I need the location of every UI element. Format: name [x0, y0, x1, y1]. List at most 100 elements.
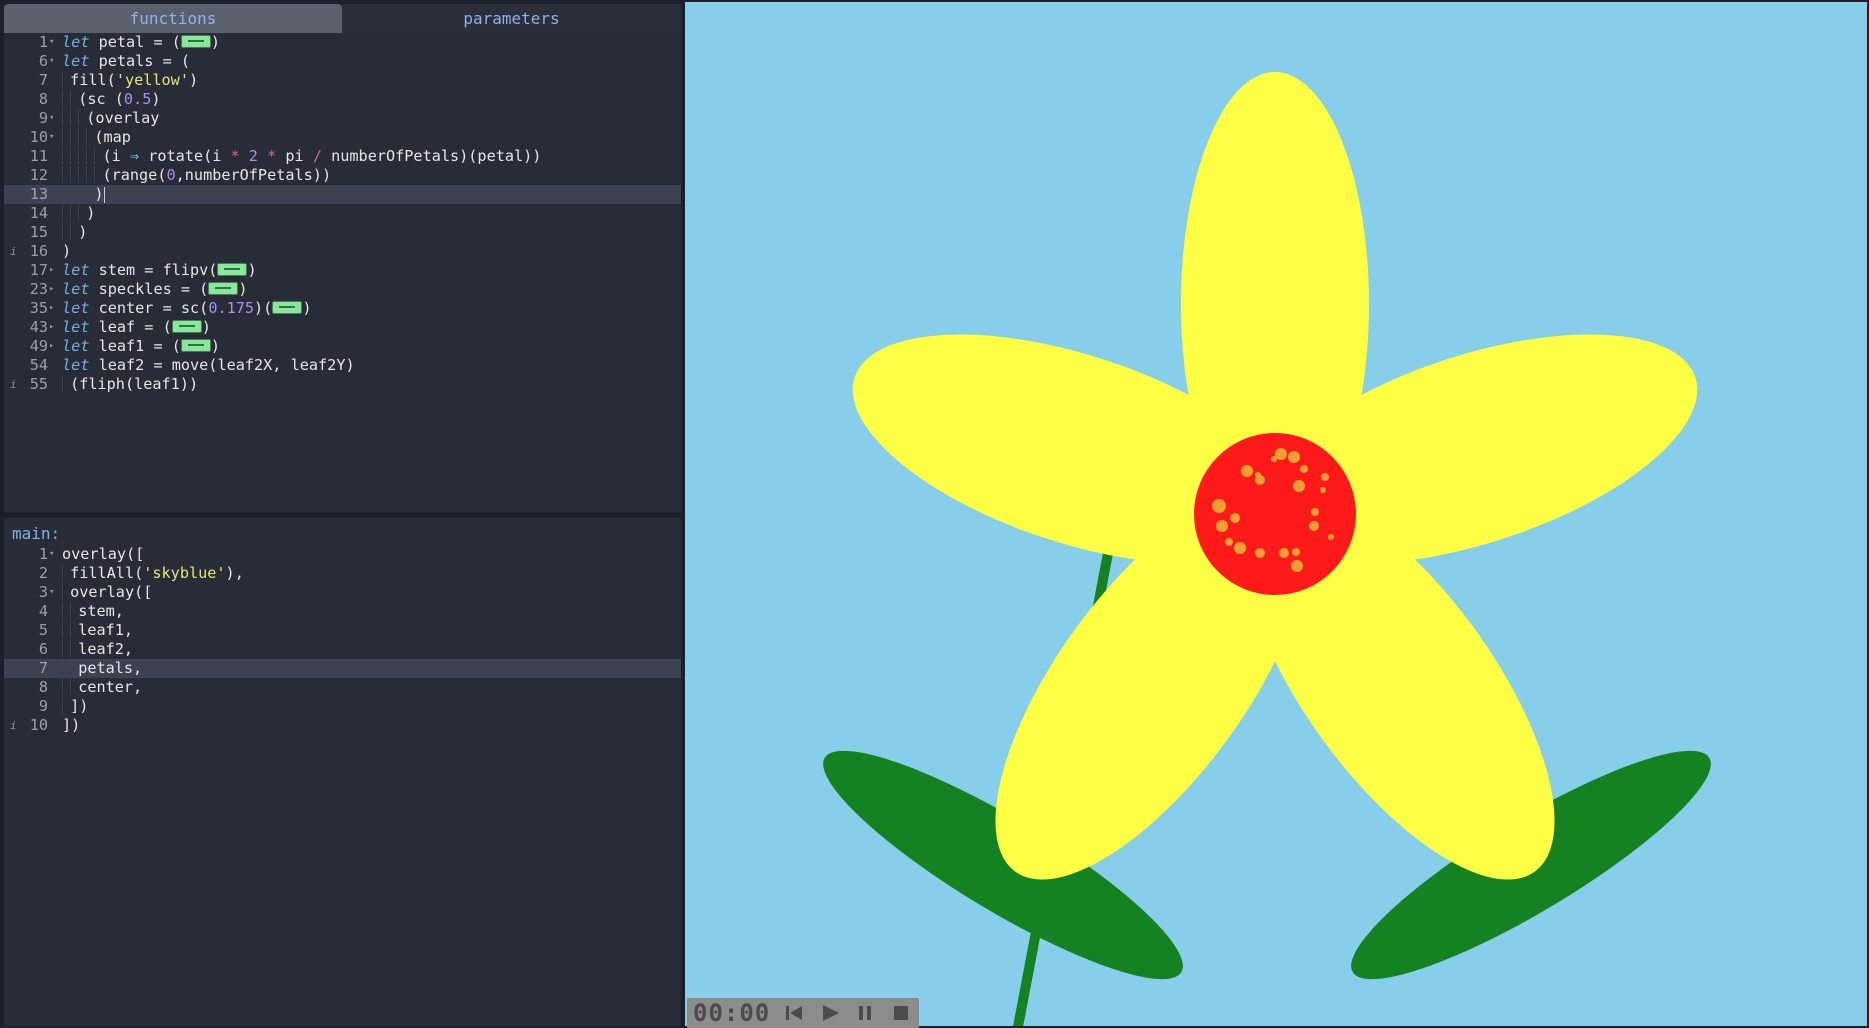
code-text[interactable]: let petal = () [62, 33, 220, 52]
collapsed-code-widget[interactable] [171, 319, 202, 333]
line-number: 1 [38, 545, 48, 563]
fold-closed-icon[interactable]: ▸ [49, 337, 59, 356]
fold-open-icon[interactable]: ▾ [49, 583, 59, 602]
collapsed-code-widget[interactable] [180, 338, 211, 352]
code-line[interactable]: 35 ▸ let center = sc(0.175)() [4, 299, 681, 318]
code-line[interactable]: 9 ▾ (overlay [4, 109, 681, 128]
number-token: 0 [166, 166, 176, 184]
fold-closed-icon[interactable]: ▸ [49, 318, 59, 337]
code-text[interactable]: (fliph(leaf1)) [62, 375, 198, 394]
code-text[interactable]: leaf2, [62, 640, 133, 659]
code-text[interactable]: ]) [62, 697, 88, 716]
code-text[interactable]: fillAll('skyblue'), [62, 564, 244, 583]
collapsed-code-widget[interactable] [208, 281, 239, 295]
code-line[interactable]: 4 stem, [4, 602, 681, 621]
code-text[interactable]: ) [62, 204, 95, 223]
speckle [1241, 465, 1253, 477]
code-line[interactable]: 14) [4, 204, 681, 223]
code-line[interactable]: 13) [4, 185, 681, 204]
indent-guide [62, 109, 70, 126]
code-line[interactable]: 6 ▾ let petals = ( [4, 52, 681, 71]
code-text[interactable]: ) [62, 242, 71, 261]
tab-parameters[interactable]: parameters [342, 4, 681, 33]
fold-open-icon[interactable]: ▾ [49, 109, 59, 128]
fold-open-icon[interactable]: ▾ [49, 33, 59, 52]
code-text[interactable]: petals, [62, 659, 142, 678]
code-line[interactable]: 8 center, [4, 678, 681, 697]
drawing-canvas[interactable] [685, 2, 1867, 1026]
fold-closed-icon[interactable]: ▸ [49, 280, 59, 299]
code-line[interactable]: 3 ▾ overlay([ [4, 583, 681, 602]
code-text[interactable]: (map [62, 128, 131, 147]
code-text[interactable]: let speckles = () [62, 280, 247, 299]
line-number: 14 [29, 204, 48, 222]
collapsed-code-widget[interactable] [272, 300, 303, 314]
code-text[interactable]: (sc (0.5) [62, 90, 161, 109]
play-button[interactable] [812, 998, 848, 1028]
skip-to-start-button[interactable] [776, 998, 812, 1028]
code-line[interactable]: 2 fillAll('skyblue'), [4, 564, 681, 583]
code-line[interactable]: 1 ▾ overlay([ [4, 545, 681, 564]
code-text[interactable]: let leaf = () [62, 318, 211, 337]
code-text[interactable]: ]) [62, 716, 80, 735]
code-line[interactable]: 6 leaf2, [4, 640, 681, 659]
pause-button[interactable] [848, 998, 884, 1028]
code-line[interactable]: 8 (sc (0.5) [4, 90, 681, 109]
code-line[interactable]: i 55 (fliph(leaf1)) [4, 375, 681, 394]
code-line[interactable]: 49 ▸ let leaf1 = () [4, 337, 681, 356]
code-text[interactable]: let petals = ( [62, 52, 190, 71]
main-code-editor[interactable]: main: 1 ▾ overlay([2 fillAll('skyblue'), 3 ▾ o… [4, 518, 681, 1026]
code-text[interactable]: ) [62, 185, 105, 204]
code-line[interactable]: 9]) [4, 697, 681, 716]
code-text[interactable]: ) [62, 223, 87, 242]
code-text[interactable]: center, [62, 678, 142, 697]
code-line[interactable]: 10 ▾ (map [4, 128, 681, 147]
fold-closed-icon[interactable]: ▸ [49, 261, 59, 280]
code-token: * [230, 147, 240, 165]
code-text[interactable]: (overlay [62, 109, 159, 128]
code-text[interactable]: let leaf1 = () [62, 337, 220, 356]
code-line[interactable]: 12 (range(0,numberOfPetals)) [4, 166, 681, 185]
code-text[interactable]: (i ⇒ rotate(i * 2 * pi / numberOfPetals)… [62, 147, 541, 166]
code-line[interactable]: 5 leaf1, [4, 621, 681, 640]
line-number: 10 [29, 128, 48, 146]
code-text[interactable]: leaf1, [62, 621, 133, 640]
code-text[interactable]: let leaf2 = move(leaf2X, leaf2Y) [62, 356, 355, 375]
code-line[interactable]: 7 fill('yellow') [4, 71, 681, 90]
editor-tabs: functions parameters [4, 4, 681, 33]
collapsed-code-widget[interactable] [217, 262, 248, 276]
collapsed-code-widget[interactable] [180, 34, 211, 48]
functions-code-editor[interactable]: 1 ▾ let petal = () 6 ▾ let petals = (7 fill('y… [4, 33, 681, 512]
code-line[interactable]: 43 ▸ let leaf = () [4, 318, 681, 337]
fold-open-icon[interactable]: ▾ [49, 128, 59, 147]
code-line[interactable]: 1 ▾ let petal = () [4, 33, 681, 52]
fold-open-icon[interactable]: ▾ [49, 545, 59, 564]
fold-open-icon[interactable]: ▾ [49, 52, 59, 71]
functions-code-lines[interactable]: 1 ▾ let petal = () 6 ▾ let petals = (7 fill('y… [4, 33, 681, 394]
code-line[interactable]: i 16) [4, 242, 681, 261]
fold-closed-icon[interactable]: ▸ [49, 299, 59, 318]
code-line[interactable]: 23 ▸ let speckles = () [4, 280, 681, 299]
line-number: 9 [38, 697, 48, 715]
line-number: 3 [38, 583, 48, 601]
stop-button[interactable] [883, 998, 919, 1028]
tab-functions[interactable]: functions [4, 4, 342, 33]
code-line[interactable]: 54 let leaf2 = move(leaf2X, leaf2Y) [4, 356, 681, 375]
code-text[interactable]: stem, [62, 602, 124, 621]
indent-guide [70, 109, 78, 126]
speckle [1216, 520, 1228, 532]
code-text[interactable]: let center = sc(0.175)() [62, 299, 311, 318]
code-text[interactable]: overlay([ [62, 583, 152, 602]
code-text[interactable]: let stem = flipv() [62, 261, 257, 280]
main-code-lines[interactable]: 1 ▾ overlay([2 fillAll('skyblue'), 3 ▾ overlay… [4, 545, 681, 735]
code-text[interactable]: (range(0,numberOfPetals)) [62, 166, 331, 185]
code-token: pi [276, 147, 313, 165]
string-token: 'yellow' [115, 71, 189, 89]
code-text[interactable]: overlay([ [62, 545, 144, 564]
code-line[interactable]: i 10]) [4, 716, 681, 735]
code-text[interactable]: fill('yellow') [62, 71, 198, 90]
code-line[interactable]: 7 petals, [4, 659, 681, 678]
code-line[interactable]: 15) [4, 223, 681, 242]
code-line[interactable]: 11 (i ⇒ rotate(i * 2 * pi / numberOfPetal… [4, 147, 681, 166]
code-line[interactable]: 17 ▸ let stem = flipv() [4, 261, 681, 280]
